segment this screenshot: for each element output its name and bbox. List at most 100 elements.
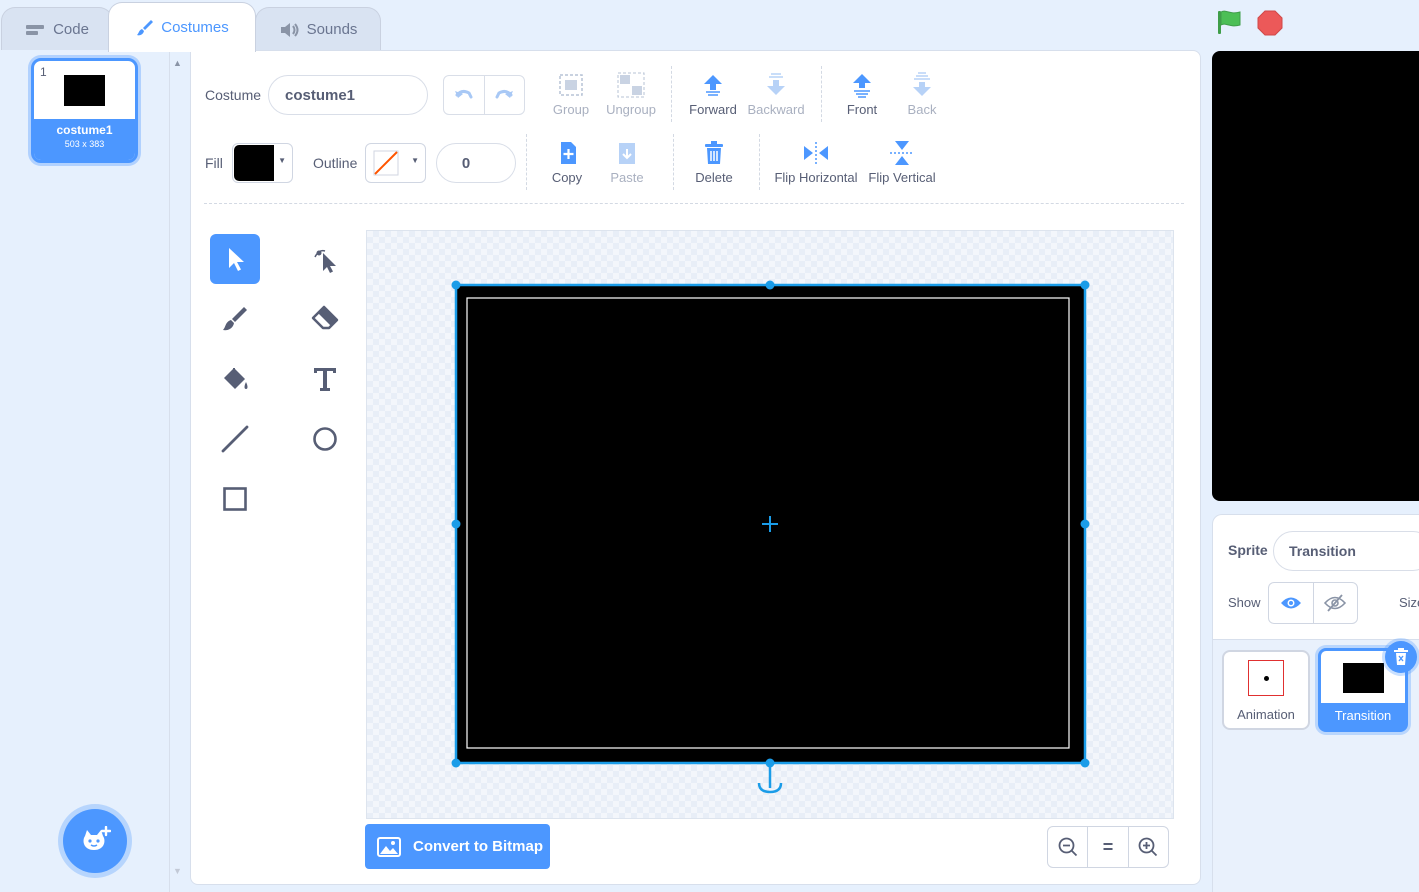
- flip-vertical-icon: [890, 141, 914, 165]
- convert-label: Convert to Bitmap: [413, 838, 544, 855]
- tab-code[interactable]: Code: [1, 7, 113, 51]
- backward-icon: [767, 73, 785, 95]
- sprite-tile-animation[interactable]: Animation: [1222, 650, 1310, 730]
- arrow-pointer-icon: [229, 248, 244, 271]
- group-icon: [559, 74, 583, 96]
- paste-label: Paste: [610, 170, 644, 185]
- outline-width-input[interactable]: 0: [436, 143, 516, 183]
- sprite-name: Transition: [1321, 703, 1405, 729]
- zoom-in-icon: [1138, 837, 1158, 857]
- circle-tool[interactable]: [300, 414, 350, 464]
- undo-redo-group: [443, 75, 525, 115]
- convert-to-bitmap-button[interactable]: Convert to Bitmap: [365, 824, 550, 869]
- size-label: Size: [1399, 595, 1419, 610]
- paste-button[interactable]: Paste: [607, 140, 647, 185]
- canvas-drawing: [451, 280, 1090, 794]
- paintbrush-icon: [137, 19, 154, 35]
- rectangle-icon: [223, 487, 247, 511]
- front-label: Front: [846, 102, 878, 117]
- rotate-handle-icon[interactable]: [757, 766, 783, 794]
- scroll-up-arrow[interactable]: ▲: [173, 58, 182, 68]
- zoom-reset-label: =: [1102, 836, 1114, 857]
- forward-button[interactable]: Forward: [688, 72, 738, 117]
- show-button[interactable]: [1269, 583, 1314, 623]
- green-flag-icon[interactable]: [1216, 9, 1244, 35]
- undo-icon: [454, 89, 473, 99]
- tab-label: Sounds: [306, 21, 358, 38]
- ungroup-icon: [617, 72, 645, 98]
- flip-horizontal-icon: [804, 142, 828, 164]
- circle-icon: [313, 427, 337, 451]
- sprite-thumbnail: [1248, 660, 1284, 696]
- costume-number: 1: [40, 65, 47, 79]
- sprite-info-panel: Sprite Transition Show Size: [1212, 514, 1419, 640]
- line-tool[interactable]: [210, 414, 260, 464]
- ungroup-label: Ungroup: [606, 102, 656, 117]
- redo-button[interactable]: [485, 76, 525, 114]
- scroll-down-arrow[interactable]: ▼: [173, 866, 182, 876]
- sprite-label: Sprite: [1228, 542, 1268, 558]
- costume-list: [0, 50, 170, 892]
- stop-icon[interactable]: [1256, 9, 1284, 37]
- fill-tool[interactable]: [210, 354, 260, 404]
- group-button[interactable]: Group: [551, 72, 591, 117]
- copy-button[interactable]: Copy: [547, 140, 587, 185]
- outline-color-picker[interactable]: ▼: [365, 143, 426, 183]
- group-label: Group: [552, 102, 590, 117]
- stage[interactable]: [1212, 51, 1419, 501]
- no-color-icon: [373, 150, 399, 176]
- show-label: Show: [1228, 595, 1261, 610]
- fill-color-picker[interactable]: ▼: [232, 143, 293, 183]
- backward-label: Backward: [747, 102, 805, 117]
- ungroup-button[interactable]: Ungroup: [606, 72, 656, 117]
- tab-label: Code: [53, 21, 89, 38]
- costume-label: Costume: [205, 87, 262, 103]
- costume-thumbnail: [64, 75, 105, 106]
- eye-icon: [1280, 597, 1301, 609]
- zoom-in-button[interactable]: [1129, 827, 1168, 867]
- costume-tile[interactable]: 1 costume1 503 x 383: [31, 58, 138, 163]
- sprite-name-input[interactable]: Transition: [1273, 531, 1419, 571]
- hide-button[interactable]: [1314, 583, 1358, 623]
- eye-slash-icon: [1324, 594, 1347, 612]
- brush-tool[interactable]: [210, 294, 260, 344]
- redo-icon: [495, 89, 514, 99]
- flip-vertical-label: Flip Vertical: [868, 170, 936, 185]
- forward-icon: [704, 75, 722, 96]
- eraser-tool[interactable]: [300, 294, 350, 344]
- zoom-reset-button[interactable]: =: [1088, 827, 1129, 867]
- costume-size: 503 x 383: [64, 139, 105, 149]
- reshape-icon: [314, 249, 336, 273]
- tab-sounds[interactable]: Sounds: [255, 7, 381, 51]
- tab-costumes[interactable]: Costumes: [108, 2, 256, 52]
- trash-icon: [705, 141, 723, 164]
- select-tool[interactable]: [210, 234, 260, 284]
- front-icon: [853, 74, 871, 98]
- sprite-name: Animation: [1237, 707, 1295, 722]
- toolbar-divider: [759, 134, 760, 190]
- brush-icon: [223, 307, 247, 331]
- reshape-tool[interactable]: [300, 234, 350, 284]
- chevron-down-icon: ▼: [411, 156, 419, 165]
- zoom-out-button[interactable]: [1048, 827, 1089, 867]
- delete-sprite-button[interactable]: [1385, 641, 1417, 673]
- zoom-out-icon: [1058, 837, 1077, 857]
- toolbar-separator: [204, 203, 1184, 204]
- text-tool[interactable]: [300, 354, 350, 404]
- text-icon: [314, 368, 336, 391]
- add-costume-button[interactable]: [63, 809, 127, 873]
- rectangle-tool[interactable]: [210, 474, 260, 524]
- image-icon: [377, 836, 401, 857]
- delete-button[interactable]: Delete: [694, 140, 734, 185]
- costume-name-input[interactable]: costume1: [268, 75, 428, 115]
- toolbar-divider: [526, 134, 527, 190]
- back-button[interactable]: Back: [902, 72, 942, 117]
- back-icon: [913, 72, 931, 96]
- flip-horizontal-button[interactable]: Flip Horizontal: [774, 140, 858, 185]
- toolbar-divider: [821, 66, 822, 122]
- outline-label: Outline: [313, 155, 358, 171]
- front-button[interactable]: Front: [842, 72, 882, 117]
- backward-button[interactable]: Backward: [747, 72, 805, 117]
- flip-vertical-button[interactable]: Flip Vertical: [868, 140, 936, 185]
- undo-button[interactable]: [444, 76, 485, 114]
